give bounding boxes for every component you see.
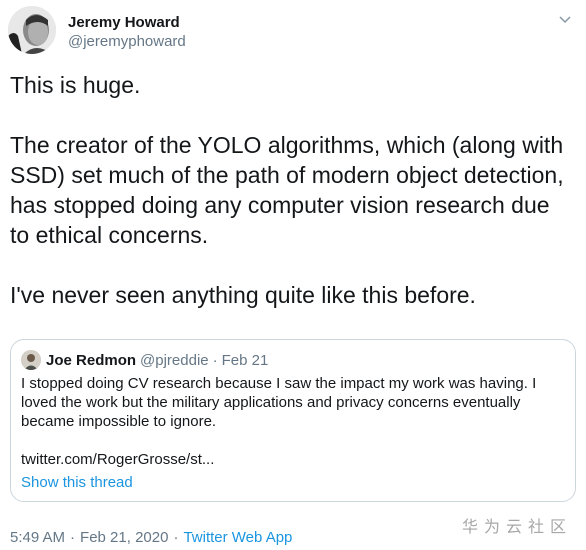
quoted-link[interactable]: twitter.com/RogerGrosse/st... <box>21 450 567 469</box>
author-handle[interactable]: @jeremyphoward <box>68 32 186 52</box>
quoted-date: Feb 21 <box>221 351 269 369</box>
author-info: Jeremy Howard @jeremyphoward <box>68 14 186 52</box>
tweet-text: This is huge. The creator of the YOLO al… <box>10 70 575 310</box>
tweet-footer: 5:49 AM · Feb 21, 2020 · Twitter Web App <box>10 527 292 547</box>
quoted-author-name: Joe Redmon <box>46 351 137 369</box>
author-name[interactable]: Jeremy Howard <box>68 14 186 32</box>
tweet-date[interactable]: Feb 21, 2020 <box>80 529 168 546</box>
quoted-text: I stopped doing CV research because I sa… <box>21 374 567 469</box>
chevron-down-icon[interactable] <box>556 10 574 28</box>
quoted-tweet[interactable]: Joe Redmon @pjreddie · Feb 21 I stopped … <box>10 339 576 502</box>
quoted-body: I stopped doing CV research because I sa… <box>21 375 537 430</box>
quoted-tweet-header: Joe Redmon @pjreddie · Feb 21 <box>21 350 268 370</box>
tweet-time[interactable]: 5:49 AM <box>10 529 65 546</box>
show-thread-link[interactable]: Show this thread <box>21 473 133 493</box>
watermark: 华为云社区 <box>461 517 572 536</box>
quoted-author-avatar <box>21 350 41 370</box>
separator-dot: · <box>173 528 179 546</box>
author-avatar[interactable] <box>8 6 56 54</box>
separator-dot: · <box>212 351 218 369</box>
separator-dot: · <box>70 528 76 546</box>
tweet-line: I've never seen anything quite like this… <box>10 282 476 308</box>
tweet: Jeremy Howard @jeremyphoward This is hug… <box>0 0 586 550</box>
quoted-author-handle: @pjreddie <box>140 351 209 369</box>
tweet-source-link[interactable]: Twitter Web App <box>183 529 292 546</box>
tweet-line: This is huge. <box>10 72 141 98</box>
tweet-paragraph: The creator of the YOLO algorithms, whic… <box>10 132 564 248</box>
tweet-header: Jeremy Howard @jeremyphoward <box>8 6 571 62</box>
